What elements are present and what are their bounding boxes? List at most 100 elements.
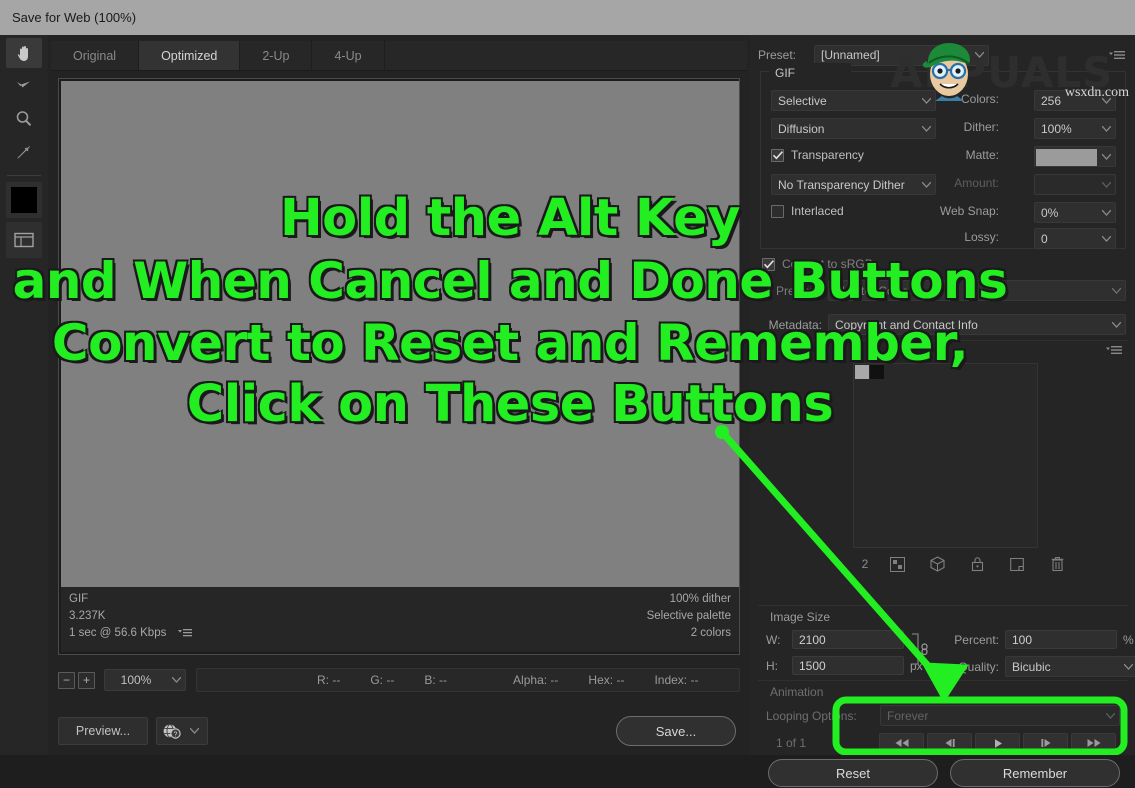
first-frame-icon [895,739,908,747]
info-palette: Selective palette [646,610,731,622]
percent-input[interactable]: 100 [1005,630,1117,649]
readout-alpha: Alpha: -- [513,673,559,687]
optimization-info-bar: GIF 3.237K 1 sec @ 56.6 Kbps 100% dither… [61,587,739,652]
editor-bottom-bar: Preview... ? Save... [58,707,740,755]
tool-separator [7,175,41,176]
last-frame-button[interactable] [1071,732,1116,754]
matte-color-swatch[interactable] [1036,148,1097,166]
hand-tool[interactable] [6,38,42,68]
new-swatch-icon [1010,557,1024,571]
flyout-menu-icon [178,629,193,637]
tab-optimized[interactable]: Optimized [139,41,241,70]
window-title-bar: Save for Web (100%) [0,0,1135,35]
tab-original[interactable]: Original [51,41,140,70]
quality-row: Quality: Bicubic [943,656,1135,677]
amount-combo [1034,174,1116,195]
remember-button[interactable]: Remember [950,759,1120,787]
info-format: GIF [69,593,89,605]
image-size-title: Image Size [770,610,831,624]
lossy-combo[interactable]: 0 [1034,228,1116,249]
quality-combo[interactable]: Bicubic [1005,656,1135,677]
preview-button[interactable]: Preview... [58,717,148,745]
last-frame-icon [1087,739,1100,747]
matte-label: Matte: [965,148,999,162]
zoom-level-combo[interactable]: 100% [104,669,186,691]
previous-frame-button[interactable] [927,732,972,754]
readout-hex: Hex: -- [588,673,625,687]
slice-select-tool[interactable] [6,71,42,101]
color-table-panel-menu-icon[interactable] [1106,345,1122,359]
hand-icon [17,46,28,61]
file-format-combo[interactable]: GIF [769,63,851,82]
lock-icon [971,557,983,572]
quality-value: Bicubic [1012,659,1051,674]
file-format-value: GIF [775,65,795,80]
trash-icon [1051,557,1063,572]
tab-2up[interactable]: 2-Up [240,41,313,70]
lossy-value: 0 [1041,231,1048,246]
dither-amount-combo[interactable]: 100% [1034,118,1116,139]
preview-browser-combo[interactable]: ? [156,717,208,745]
transparency-checkbox[interactable] [771,148,784,162]
matte-combo[interactable] [1034,146,1116,167]
zoom-out-button[interactable]: − [58,671,75,689]
tab-4up[interactable]: 4-Up [312,41,385,70]
save-button[interactable]: Save... [616,716,736,746]
transparency-icon [889,556,905,572]
height-input[interactable]: 1500 [792,656,904,675]
readout-r: R: -- [317,673,341,687]
color-count: 2 [861,557,869,571]
width-input[interactable]: 2100 [792,630,904,649]
chevron-down-icon [1097,175,1115,195]
annotation-line-4: Click on These Buttons [186,375,834,434]
zoom-and-color-readout-bar: − + 100% R: -- G: -- B: -- Alpha: -- Hex… [58,665,740,695]
slice-select-icon [17,81,30,88]
map-transparency-button[interactable] [877,556,917,572]
appuals-mascot-icon [922,43,970,101]
looping-options-value: Forever [887,708,929,723]
percent-label: Percent: [954,632,999,647]
dither-amount-value: 100% [1041,121,1072,136]
zoom-level-value: 100% [120,673,152,687]
animation-title: Animation [770,685,824,699]
chevron-down-icon [1097,203,1115,223]
frame-counter: 1 of 1 [776,736,807,750]
view-tab-bar: Original Optimized 2-Up 4-Up [51,41,747,71]
reset-button[interactable]: Reset [768,759,938,787]
checkmark-icon [772,150,783,159]
lock-swatch-button[interactable] [957,556,997,572]
optimization-info-left: GIF 3.237K 1 sec @ 56.6 Kbps [69,591,193,648]
chevron-down-icon [1097,147,1115,167]
looping-options-combo[interactable]: Forever [880,705,1120,726]
chevron-down-icon [1101,706,1119,726]
next-frame-button[interactable] [1023,732,1068,754]
chain-link-icon [912,633,928,665]
zoom-in-button[interactable]: + [78,671,95,689]
web-shift-button[interactable] [917,556,957,572]
readout-index: Index: -- [654,673,699,687]
play-button[interactable] [975,732,1020,754]
chevron-down-icon [185,721,203,741]
image-width-row: W: 2100 [766,630,904,649]
constrain-proportions-toggle[interactable] [910,632,932,669]
websnap-combo[interactable]: 0% [1034,202,1116,223]
width-label: W: [766,632,781,647]
eyedropper-icon [17,145,31,159]
delete-swatch-button[interactable] [1037,556,1077,572]
quality-label: Quality: [958,659,999,674]
web-shift-icon [929,556,945,572]
chevron-down-icon [1119,657,1135,677]
chevron-down-icon [1107,315,1125,335]
chevron-down-icon [1097,229,1115,249]
zoom-tool[interactable] [6,104,42,134]
color-table-footer: 2 [853,553,1093,575]
first-frame-button[interactable] [879,732,924,754]
animation-frame-controls: 1 of 1 [766,731,1120,755]
info-colors: 2 colors [690,627,731,639]
annotation-line-3: Convert to Reset and Remember, [51,314,969,372]
new-swatch-button[interactable] [997,557,1037,572]
chevron-down-icon [1107,281,1125,301]
dither-label: Dither: [963,120,999,134]
eyedropper-tool[interactable] [6,137,42,167]
info-popup-menu-icon[interactable] [178,628,193,639]
